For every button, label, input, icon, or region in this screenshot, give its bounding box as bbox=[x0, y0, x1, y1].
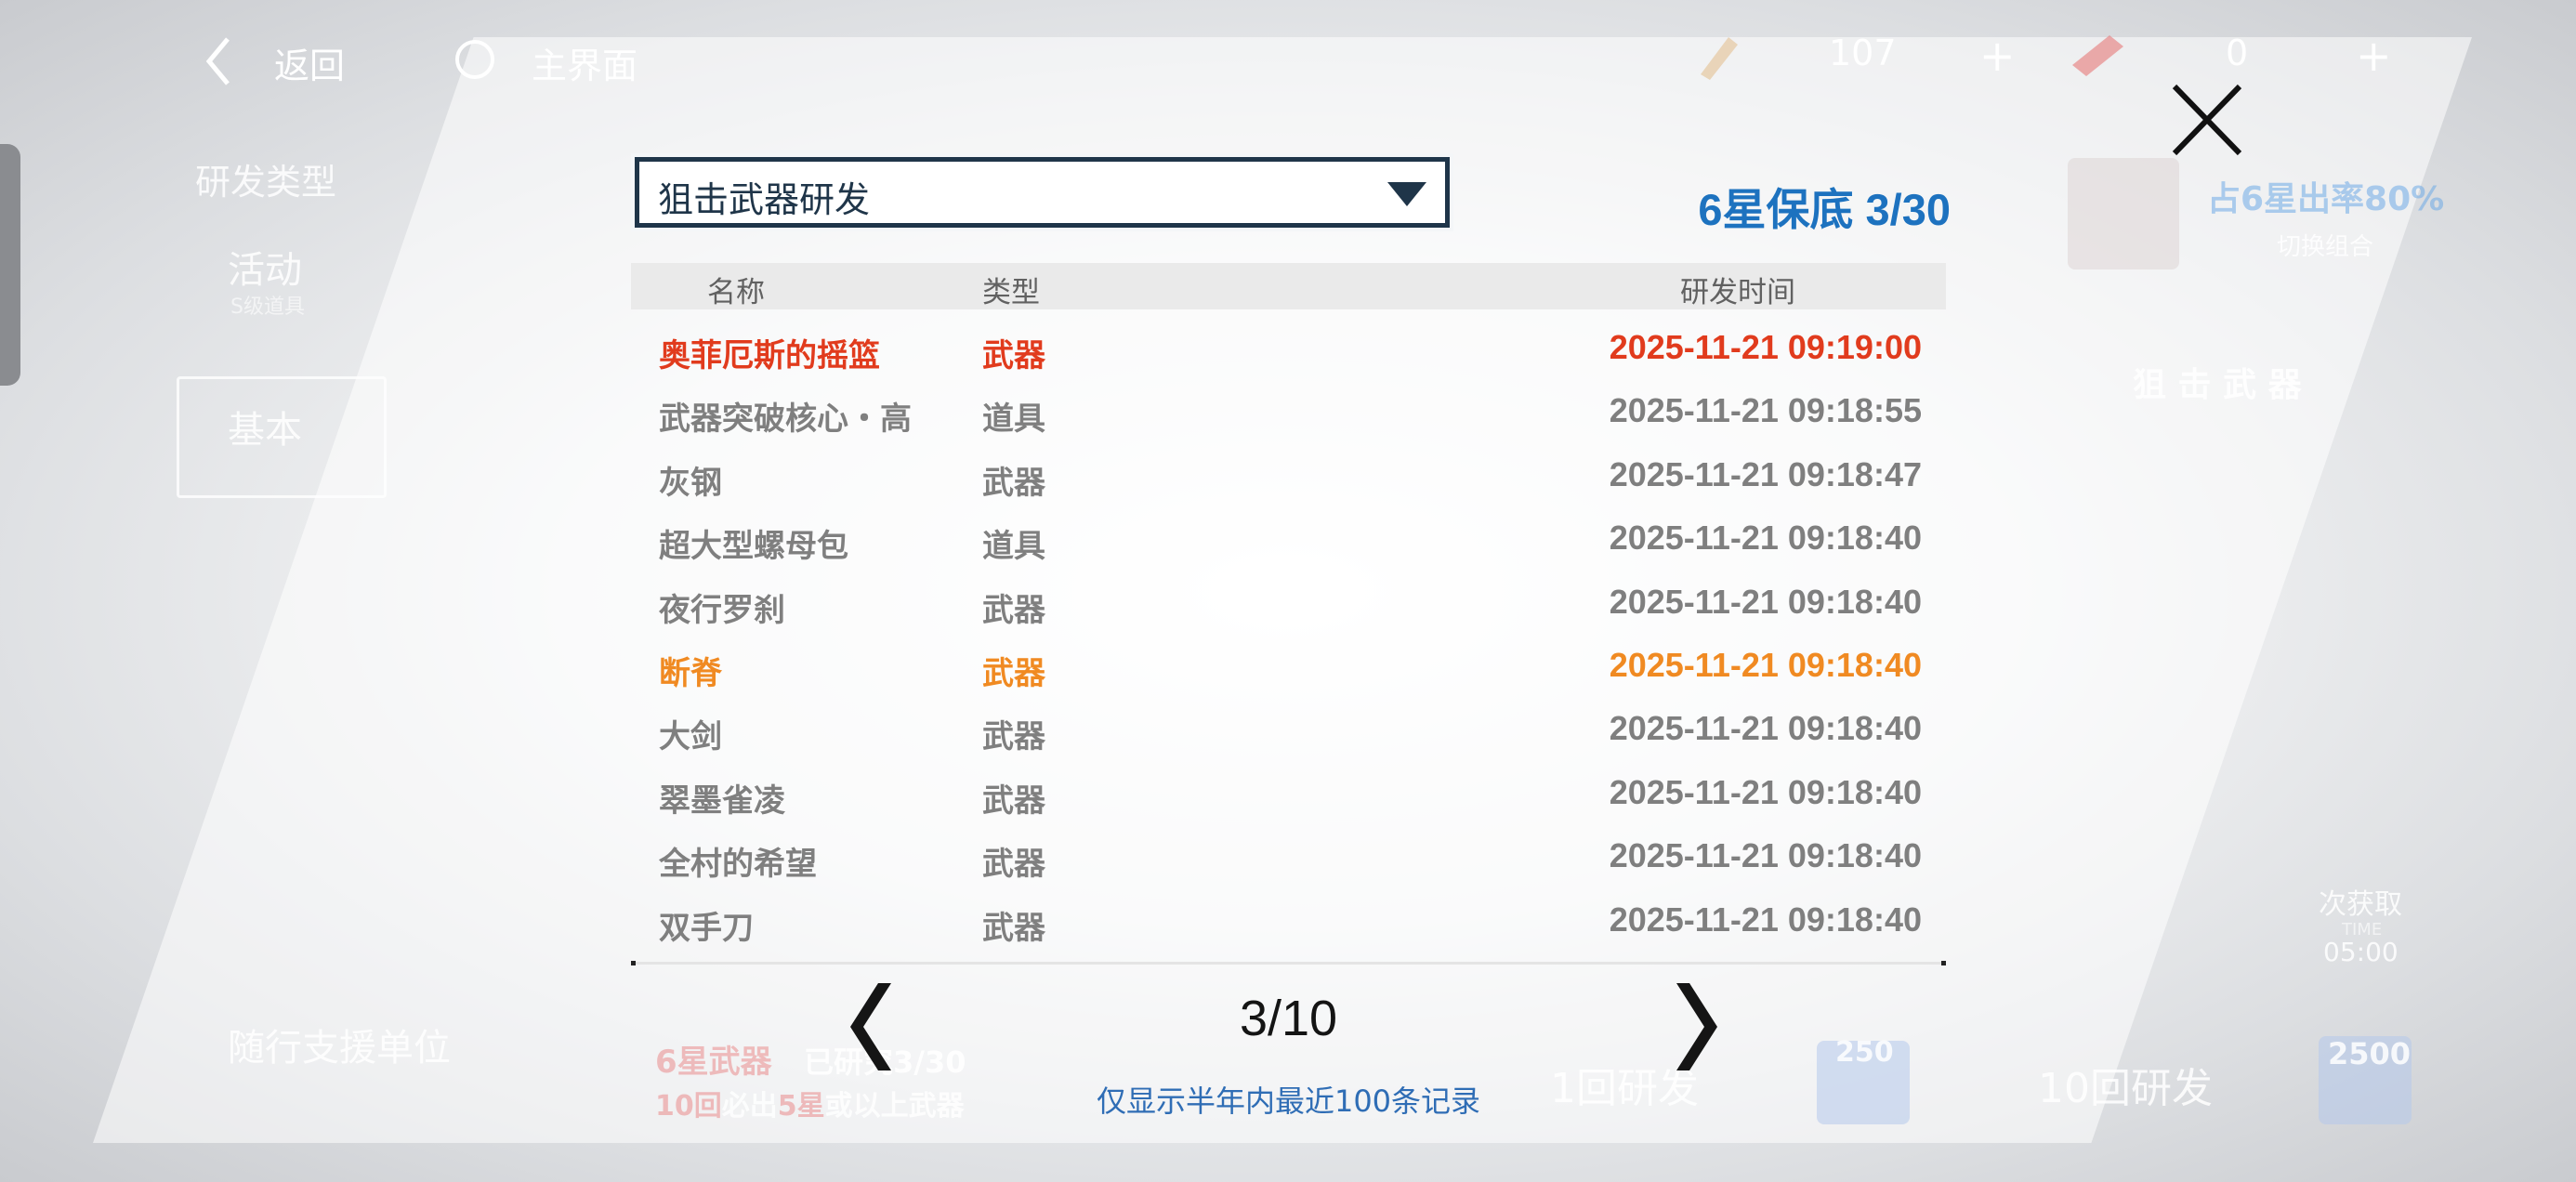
bg-activity[interactable]: 活动 bbox=[228, 240, 302, 294]
table-row: 夜行罗刹 武器 2025-11-21 09:18:40 bbox=[631, 571, 1946, 635]
table-header: 名称 类型 研发时间 bbox=[631, 263, 1946, 309]
bg-activity-sub: S级道具 bbox=[230, 296, 305, 319]
table-row: 全村的希望 武器 2025-11-21 09:18:40 bbox=[631, 825, 1946, 888]
research-history-dialog: 狙击武器研发 6星保底 3/30 名称 类型 研发时间 奥菲厄斯的摇篮 武器 202… bbox=[631, 153, 1951, 1129]
table-row: 大剑 武器 2025-11-21 09:18:40 bbox=[631, 698, 1946, 761]
row-name: 翠墨雀凌 bbox=[659, 781, 785, 820]
row-type: 武器 bbox=[982, 781, 1045, 820]
chevron-left-icon bbox=[205, 37, 230, 85]
side-pull-tab[interactable] bbox=[0, 144, 20, 386]
table-row: 奥菲厄斯的摇篮 武器 2025-11-21 09:19:00 bbox=[631, 317, 1946, 380]
row-type: 武器 bbox=[982, 654, 1045, 692]
history-table: 名称 类型 研发时间 奥菲厄斯的摇篮 武器 2025-11-21 09:19:00 武… bbox=[631, 263, 1946, 952]
table-row: 双手刀 武器 2025-11-21 09:18:40 bbox=[631, 889, 1946, 952]
row-name: 断脊 bbox=[659, 654, 722, 692]
header-type: 类型 bbox=[982, 276, 1040, 309]
row-type: 武器 bbox=[982, 909, 1045, 947]
currency-1-value: 107 bbox=[1829, 33, 1897, 73]
close-icon[interactable] bbox=[2165, 79, 2249, 163]
row-time: 2025-11-21 09:18:40 bbox=[1609, 709, 1922, 748]
currency-2-plus[interactable]: + bbox=[2356, 31, 2392, 81]
table-body: 奥菲厄斯的摇篮 武器 2025-11-21 09:19:00 武器突破核心・高 道具 20… bbox=[631, 309, 1946, 952]
page-indicator: 3/10 bbox=[1239, 991, 1338, 1046]
row-time: 2025-11-21 09:18:40 bbox=[1609, 645, 1922, 684]
bg-six-star-rate: 占6星出率80% bbox=[2207, 180, 2445, 218]
currency-1: 107 + bbox=[1691, 23, 2035, 88]
next-page-button[interactable] bbox=[1660, 976, 1725, 1078]
bg-switch-combo[interactable]: 切换组合 bbox=[2277, 228, 2373, 262]
dropdown-value: 狙击武器研发 bbox=[658, 179, 871, 220]
bg-support-unit[interactable]: 随行支援单位 bbox=[228, 1018, 451, 1071]
row-time: 2025-11-21 09:18:40 bbox=[1609, 836, 1922, 875]
header-name: 名称 bbox=[707, 276, 765, 309]
row-type: 武器 bbox=[982, 591, 1045, 629]
pity-counter: 6星保底 3/30 bbox=[1698, 185, 1951, 234]
bg-time: 05:00 bbox=[2323, 937, 2399, 967]
table-row: 武器突破核心・高 道具 2025-11-21 09:18:55 bbox=[631, 380, 1946, 443]
row-type: 武器 bbox=[982, 464, 1045, 502]
back-label: 返回 bbox=[274, 46, 346, 86]
row-name: 灰钢 bbox=[659, 464, 722, 502]
row-name: 双手刀 bbox=[659, 909, 754, 947]
currency-1-plus[interactable]: + bbox=[1979, 31, 2016, 81]
back-button[interactable]: 返回 bbox=[200, 28, 358, 93]
row-name: 全村的希望 bbox=[659, 846, 817, 884]
bg-ten-research[interactable]: 10回研发 bbox=[2038, 1055, 2213, 1114]
row-type: 武器 bbox=[982, 718, 1045, 756]
bg-basic: 基本 bbox=[228, 409, 302, 452]
row-name: 夜行罗刹 bbox=[659, 591, 785, 629]
bg-weapon-emblem bbox=[2068, 158, 2179, 269]
table-row: 灰钢 武器 2025-11-21 09:18:47 bbox=[631, 444, 1946, 507]
bg-free-get: 次获取 bbox=[2319, 888, 2402, 921]
row-time: 2025-11-21 09:18:40 bbox=[1609, 582, 1922, 621]
row-time: 2025-11-21 09:18:47 bbox=[1609, 454, 1922, 493]
home-label: 主界面 bbox=[532, 46, 638, 86]
table-row: 断脊 武器 2025-11-21 09:18:40 bbox=[631, 635, 1946, 698]
row-type: 道具 bbox=[982, 528, 1045, 566]
row-time: 2025-11-21 09:18:40 bbox=[1609, 519, 1922, 558]
row-time: 2025-11-21 09:18:55 bbox=[1609, 391, 1922, 430]
row-name: 奥菲厄斯的摇篮 bbox=[659, 337, 880, 374]
research-type-dropdown[interactable]: 狙击武器研发 bbox=[631, 153, 1453, 231]
bg-cost-ten: 2500 bbox=[2328, 1036, 2412, 1071]
row-time: 2025-11-21 09:19:00 bbox=[1609, 328, 1922, 366]
records-note: 仅显示半年内最近100条记录 bbox=[1096, 1084, 1481, 1119]
table-divider bbox=[631, 961, 1946, 965]
row-type: 道具 bbox=[982, 401, 1045, 439]
table-row: 翠墨雀凌 武器 2025-11-21 09:18:40 bbox=[631, 762, 1946, 825]
row-time: 2025-11-21 09:18:40 bbox=[1609, 900, 1922, 939]
row-name: 超大型螺母包 bbox=[659, 528, 848, 566]
bg-sniper-weapon: 狙 击 武 器 bbox=[2133, 366, 2302, 404]
circle-icon bbox=[455, 40, 494, 79]
ticket-icon bbox=[1701, 37, 1738, 80]
bg-research-type: 研发类型 bbox=[195, 162, 337, 203]
triangle-down-icon bbox=[1387, 182, 1426, 206]
row-type: 武器 bbox=[982, 337, 1045, 374]
row-name: 大剑 bbox=[659, 718, 722, 756]
row-name: 武器突破核心・高 bbox=[659, 401, 912, 439]
header-time: 研发时间 bbox=[1680, 276, 1795, 309]
currency-2-value: 0 bbox=[2226, 33, 2249, 73]
row-type: 武器 bbox=[982, 846, 1045, 884]
ticket-red-icon bbox=[2072, 35, 2123, 76]
home-button[interactable]: 主界面 bbox=[453, 28, 676, 93]
row-time: 2025-11-21 09:18:40 bbox=[1609, 772, 1922, 811]
table-row: 超大型螺母包 道具 2025-11-21 09:18:40 bbox=[631, 507, 1946, 571]
